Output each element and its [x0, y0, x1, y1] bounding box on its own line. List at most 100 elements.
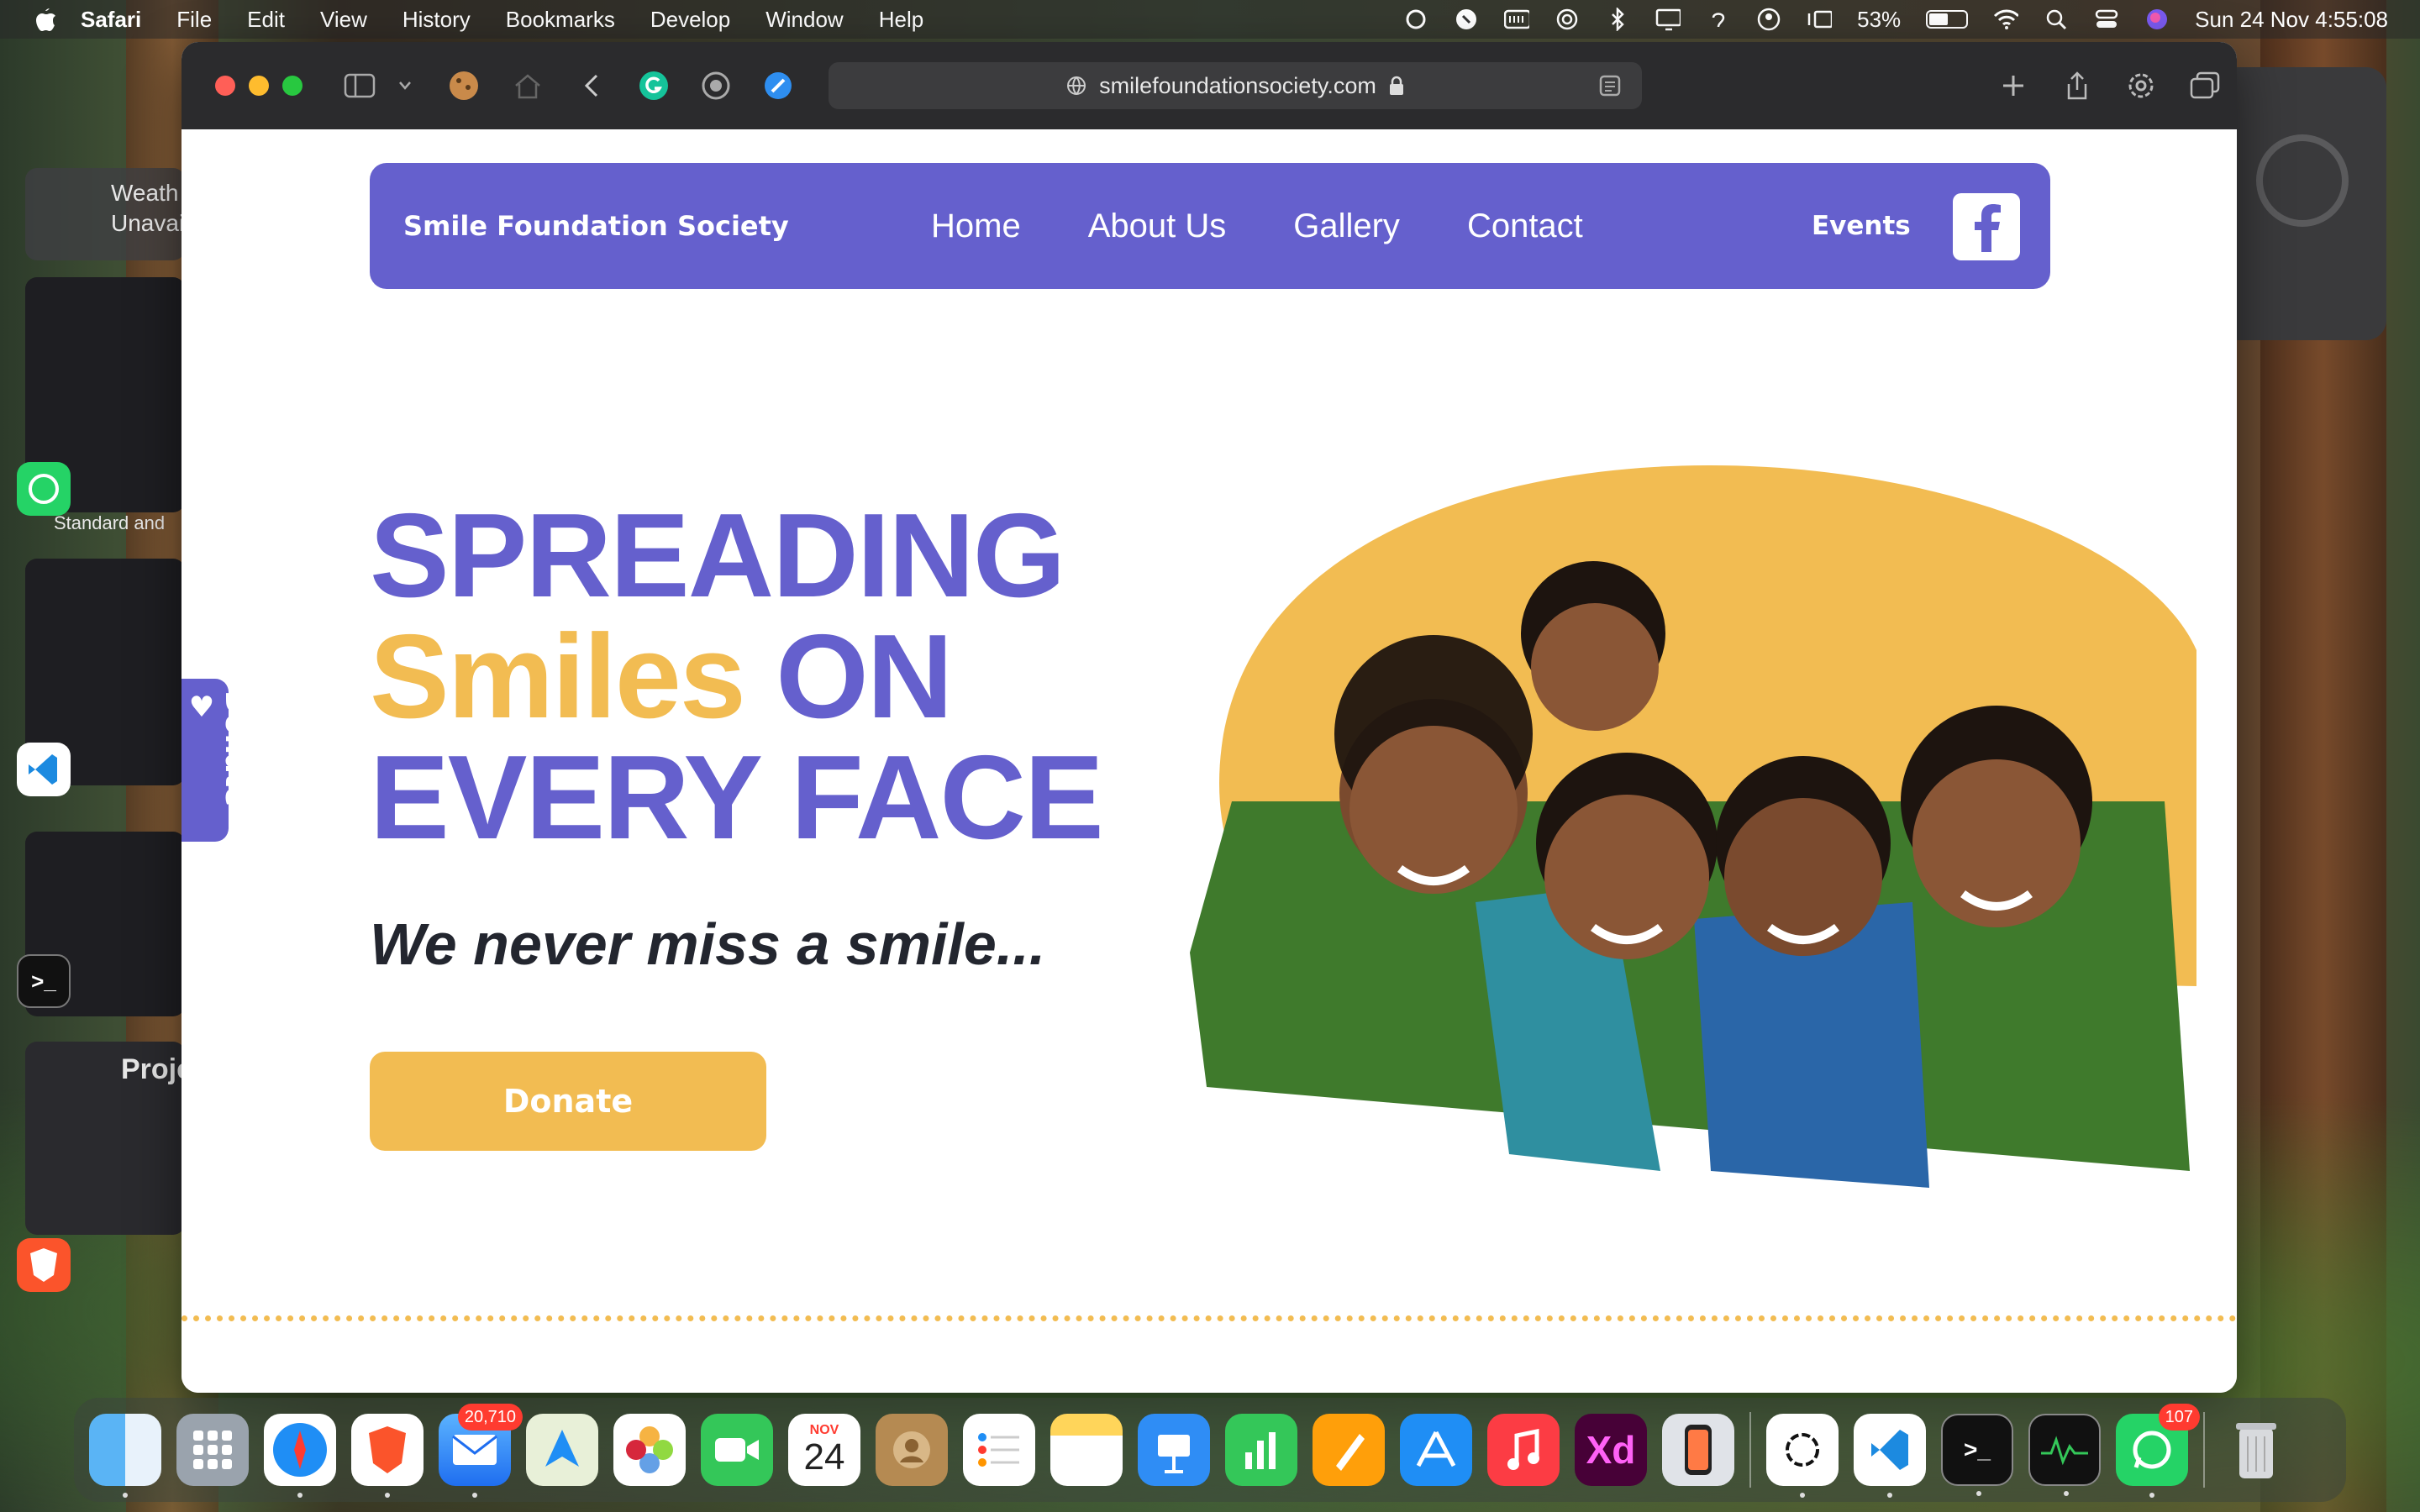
dock: 20,710 NOV 24 Xd >_ 107 — [74, 1398, 2346, 1502]
donate-side-tab[interactable]: Donate ♥ — [182, 679, 252, 842]
brave-icon[interactable] — [351, 1414, 424, 1498]
vscode-stage-icon — [17, 743, 71, 796]
pages-icon[interactable] — [1313, 1414, 1385, 1486]
grammarly-extension-icon[interactable] — [635, 67, 672, 104]
maps-icon[interactable] — [526, 1414, 598, 1486]
safari-icon[interactable] — [264, 1414, 336, 1498]
stage-standard-label: Standard and — [54, 512, 166, 533]
keyboard-status-icon[interactable] — [1504, 7, 1530, 32]
battery-percent: 53% — [1857, 6, 1902, 32]
mail-icon[interactable]: 20,710 — [439, 1404, 523, 1498]
facetime-icon[interactable] — [701, 1414, 773, 1486]
nav-about-link[interactable]: About Us — [1088, 207, 1227, 245]
trash-icon[interactable] — [2220, 1414, 2292, 1486]
launchpad-icon[interactable] — [176, 1414, 249, 1486]
xd-label: Xd — [1586, 1428, 1636, 1472]
zoom-window-button[interactable] — [282, 76, 302, 96]
whatsapp-icon[interactable]: 107 — [2116, 1404, 2200, 1498]
new-tab-icon[interactable] — [1995, 67, 2032, 104]
close-window-button[interactable] — [215, 76, 235, 96]
menu-window[interactable]: Window — [765, 7, 843, 33]
menu-file[interactable]: File — [176, 7, 212, 33]
siri-icon[interactable] — [2144, 7, 2170, 32]
share-icon[interactable] — [2059, 67, 2096, 104]
menu-develop[interactable]: Develop — [650, 7, 730, 33]
spotlight-search-icon[interactable] — [2044, 7, 2069, 32]
battery-icon[interactable] — [1926, 10, 1969, 29]
donate-side-tab-label: Donate ♥ — [185, 690, 252, 807]
facebook-icon[interactable] — [1953, 193, 2020, 260]
iphone-mirroring-icon[interactable] — [1662, 1414, 1734, 1486]
hero-title: SPREADING Smiles ON EVERY FACE — [370, 489, 1104, 858]
chevron-down-icon[interactable] — [387, 67, 424, 104]
stage-right-thumbnail[interactable] — [2218, 67, 2386, 340]
address-bar[interactable]: smilefoundationsociety.com — [829, 62, 1642, 109]
dock-separator — [2203, 1412, 2205, 1488]
display-status-icon[interactable] — [1655, 7, 1681, 32]
apple-menu-icon[interactable] — [32, 5, 59, 34]
whatsapp-unread-badge: 107 — [2158, 1404, 2200, 1431]
vscode-icon[interactable] — [1854, 1414, 1926, 1498]
menu-history[interactable]: History — [402, 7, 471, 33]
hero-accent-word: Smiles — [370, 610, 746, 743]
keynote-icon[interactable] — [1138, 1414, 1210, 1486]
numbers-icon[interactable] — [1225, 1414, 1297, 1486]
user-status-icon[interactable] — [1756, 7, 1781, 32]
section-divider — [182, 1315, 2237, 1321]
whatsapp-stage-icon — [17, 462, 71, 516]
chatgpt-icon[interactable] — [1766, 1414, 1839, 1498]
hero-children-photo — [1190, 465, 2196, 1188]
donate-button[interactable]: Donate — [370, 1052, 766, 1151]
safari-window: smilefoundationsociety.com Smile Foundat… — [182, 42, 2237, 1393]
app-store-icon[interactable] — [1400, 1414, 1472, 1486]
back-icon[interactable] — [573, 67, 610, 104]
sidebar-toggle-icon[interactable] — [341, 67, 378, 104]
hero-line-1: SPREADING — [370, 489, 1065, 622]
wifi-status-icon[interactable] — [1993, 7, 2019, 32]
nav-gallery-link[interactable]: Gallery — [1293, 207, 1400, 245]
reminders-icon[interactable] — [963, 1414, 1035, 1486]
cookie-extension-icon[interactable] — [445, 67, 482, 104]
hero-line-2: ON — [744, 610, 953, 743]
menu-app-name[interactable]: Safari — [81, 7, 141, 33]
terminal-icon[interactable]: >_ — [1941, 1414, 2013, 1496]
music-icon[interactable] — [1487, 1414, 1560, 1486]
hearing-status-icon[interactable] — [1706, 7, 1731, 32]
hero-tagline: We never miss a smile... — [370, 911, 1046, 977]
reader-mode-icon[interactable] — [1598, 74, 1622, 103]
tab-overview-icon[interactable] — [2186, 67, 2223, 104]
menu-clock[interactable]: Sun 24 Nov 4:55:08 — [2195, 7, 2388, 33]
bluetooth-status-icon[interactable] — [1605, 7, 1630, 32]
site-logo[interactable]: Smile Foundation Society — [403, 163, 789, 289]
chatgpt-status-icon[interactable] — [1403, 7, 1428, 32]
photos-icon[interactable] — [613, 1414, 686, 1486]
settings-gear-icon[interactable] — [2123, 67, 2160, 104]
stage-weather-label: Weath Unavai — [111, 180, 185, 236]
calendar-icon[interactable]: NOV 24 — [788, 1414, 860, 1486]
home-icon[interactable] — [509, 67, 546, 104]
finder-icon[interactable] — [89, 1414, 161, 1498]
menu-bookmarks[interactable]: Bookmarks — [506, 7, 615, 33]
nav-events-link[interactable]: Events — [1812, 163, 1911, 289]
shazam-status-icon[interactable] — [1454, 7, 1479, 32]
menu-edit[interactable]: Edit — [247, 7, 285, 33]
calendar-day: 24 — [803, 1436, 845, 1478]
menu-help[interactable]: Help — [879, 7, 923, 33]
minimize-window-button[interactable] — [249, 76, 269, 96]
notes-icon[interactable] — [1050, 1414, 1123, 1486]
nav-home-link[interactable]: Home — [931, 207, 1021, 245]
nav-contact-link[interactable]: Contact — [1467, 207, 1583, 245]
control-center-icon[interactable] — [2094, 7, 2119, 32]
brave-stage-icon — [17, 1238, 71, 1292]
record-extension-icon[interactable] — [697, 67, 734, 104]
url-text: smilefoundationsociety.com — [1099, 72, 1376, 98]
contacts-icon[interactable] — [876, 1414, 948, 1486]
site-navbar: Smile Foundation Society Home About Us G… — [370, 163, 2050, 289]
activity-monitor-icon[interactable] — [2028, 1414, 2101, 1496]
mail-unread-badge: 20,710 — [457, 1404, 523, 1431]
adblock-extension-icon[interactable] — [760, 67, 797, 104]
airdrop-status-icon[interactable] — [1555, 7, 1580, 32]
xd-icon[interactable]: Xd — [1575, 1414, 1647, 1486]
menu-view[interactable]: View — [320, 7, 367, 33]
stage-manager-status-icon[interactable] — [1807, 7, 1833, 32]
